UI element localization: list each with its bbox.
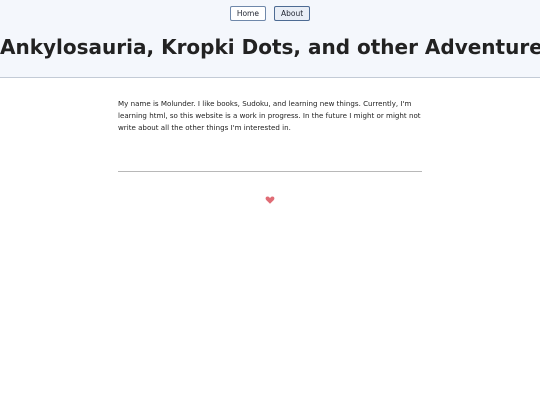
intro-paragraph: My name is Molunder. I like books, Sudok… [118,99,421,132]
content-divider [118,171,422,172]
top-nav: Home About [0,6,540,21]
nav-about-button[interactable]: About [273,6,311,21]
heart-icon [265,196,275,204]
site-header: Home About Ankylosauria, Kropki Dots, and… [0,0,540,78]
nav-home-button[interactable]: Home [229,6,266,21]
page-title: Ankylosauria, Kropki Dots, and other Adv… [0,35,540,59]
